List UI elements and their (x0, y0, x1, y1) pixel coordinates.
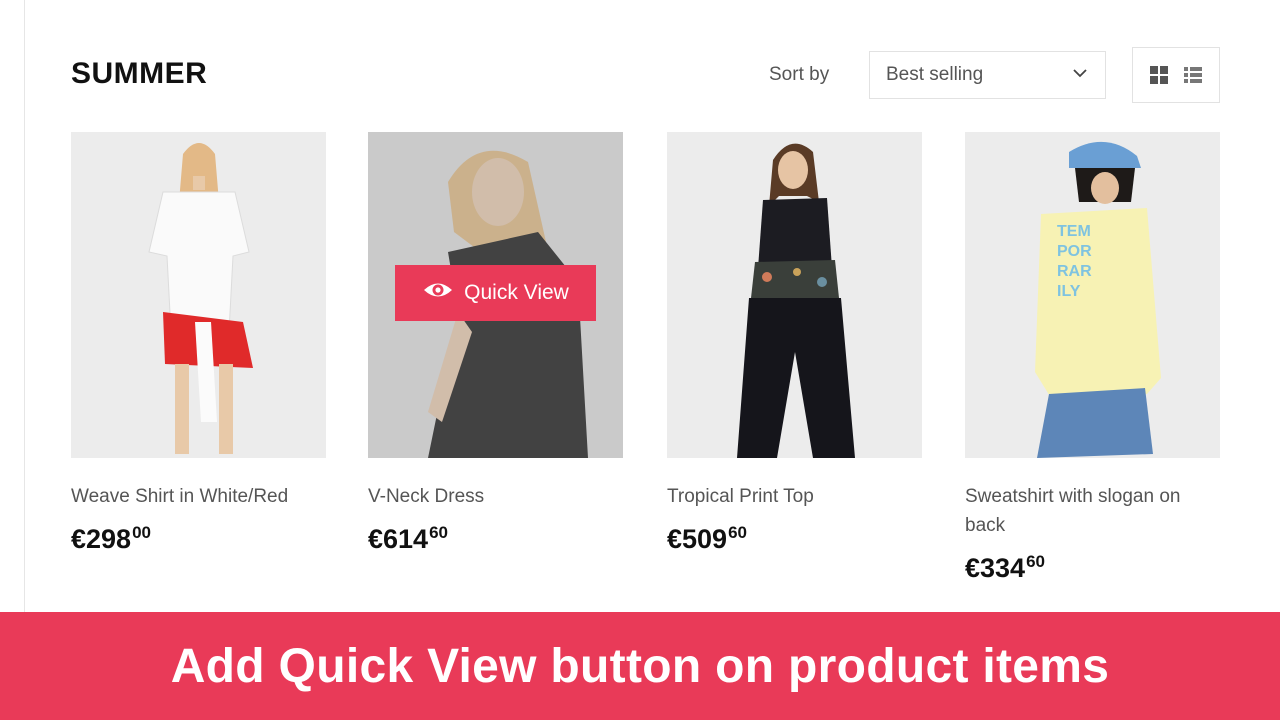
price-cents: 00 (132, 523, 151, 542)
model-photo (71, 132, 326, 458)
collection-title: SUMMER (71, 57, 208, 90)
quick-view-button[interactable]: Quick View (395, 265, 596, 321)
product-name[interactable]: Weave Shirt in White/Red (71, 482, 326, 511)
product-price: €29800 (71, 523, 326, 555)
price-main: €334 (965, 553, 1026, 583)
product-card[interactable]: Tropical Print Top €50960 (667, 132, 922, 555)
view-toggle (1132, 47, 1220, 103)
product-price: €50960 (667, 523, 922, 555)
price-cents: 60 (1026, 552, 1045, 571)
product-price: €33460 (965, 552, 1220, 584)
product-image[interactable] (667, 132, 922, 458)
product-card[interactable]: TEM POR RAR ILY Sweatshirt with slogan o… (965, 132, 1220, 584)
product-name[interactable]: Sweatshirt with slogan on back (965, 482, 1220, 540)
product-name[interactable]: Tropical Print Top (667, 482, 922, 511)
quick-view-label: Quick View (464, 281, 569, 304)
product-card[interactable]: Weave Shirt in White/Red €29800 (71, 132, 326, 555)
model-photo (667, 132, 922, 458)
price-cents: 60 (429, 523, 448, 542)
promo-banner: Add Quick View button on product items (0, 612, 1280, 720)
price-main: €509 (667, 524, 728, 554)
model-photo: TEM POR RAR ILY (965, 132, 1220, 458)
page-left-border (24, 0, 25, 612)
svg-text:ILY: ILY (1057, 283, 1081, 300)
list-view-icon[interactable] (1182, 64, 1204, 86)
product-card[interactable]: Quick View V-Neck Dress €61460 (368, 132, 623, 555)
product-name[interactable]: V-Neck Dress (368, 482, 623, 511)
product-image[interactable]: TEM POR RAR ILY (965, 132, 1220, 458)
product-image[interactable] (71, 132, 326, 458)
chevron-down-icon (1071, 64, 1089, 87)
banner-text: Add Quick View button on product items (170, 639, 1110, 693)
sort-select[interactable]: Best selling (869, 51, 1106, 99)
product-image[interactable]: Quick View (368, 132, 623, 458)
price-main: €298 (71, 524, 132, 554)
sort-label: Sort by (769, 64, 830, 85)
price-main: €614 (368, 524, 429, 554)
svg-text:TEM: TEM (1057, 223, 1091, 240)
product-price: €61460 (368, 523, 623, 555)
price-cents: 60 (728, 523, 747, 542)
svg-text:RAR: RAR (1057, 263, 1092, 280)
eye-icon (422, 279, 454, 307)
svg-text:POR: POR (1057, 243, 1092, 260)
grid-view-icon[interactable] (1148, 64, 1170, 86)
sort-selected-value: Best selling (886, 64, 984, 85)
